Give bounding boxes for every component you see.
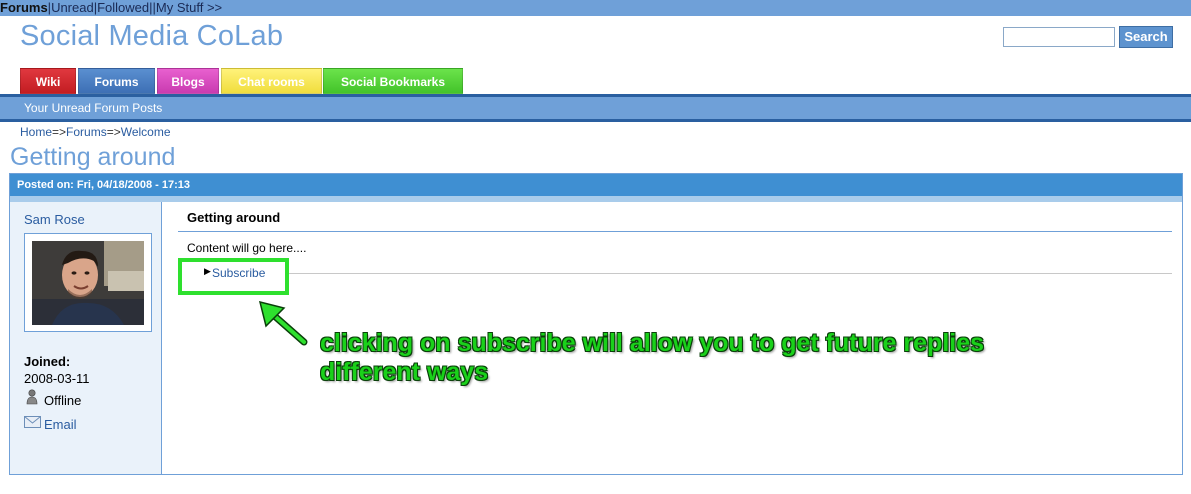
site-title-link[interactable]: Social Media CoLab: [20, 20, 283, 53]
tab-forums[interactable]: Forums: [78, 68, 155, 94]
avatar-frame: [24, 233, 152, 332]
email-link[interactable]: Email: [44, 417, 77, 432]
breadcrumb-home-link[interactable]: Home: [20, 125, 52, 139]
post-content: Content will go here....: [187, 241, 307, 255]
topbar-separator: ||: [149, 0, 156, 15]
breadcrumb-welcome-link[interactable]: Welcome: [121, 125, 171, 139]
annotation-callout: clicking on subscribe will allow you to …: [320, 329, 1080, 387]
tab-social-bookmarks[interactable]: Social Bookmarks: [323, 68, 463, 94]
topbar-forums-link[interactable]: Forums: [0, 0, 48, 15]
topbar-followed-link[interactable]: Followed: [97, 0, 149, 15]
post-title: Getting around: [187, 210, 281, 225]
search-button[interactable]: Search: [1119, 26, 1173, 48]
post-links-divider: [187, 273, 1172, 274]
author-panel: Sam Rose Joined: 2008-03-11 Offline Emai…: [10, 202, 162, 474]
subnav-unread-posts-link[interactable]: Your Unread Forum Posts: [24, 97, 162, 119]
annotation-arrow-icon: [258, 300, 310, 353]
breadcrumb-separator: =>: [106, 125, 121, 139]
post-date: Posted on: Fri, 04/18/2008 - 17:13: [17, 179, 191, 191]
joined-label: Joined:: [24, 354, 71, 369]
post-header-shade: [10, 196, 1182, 202]
tab-blogs[interactable]: Blogs: [157, 68, 219, 94]
avatar-photo: [32, 241, 144, 325]
page-title: Getting around: [10, 143, 176, 171]
tab-wiki[interactable]: Wiki: [20, 68, 76, 94]
user-offline-icon: [26, 389, 38, 410]
topbar-unread-link[interactable]: Unread: [51, 0, 94, 15]
search-input[interactable]: [1003, 27, 1115, 47]
breadcrumb-forums-link[interactable]: Forums: [66, 125, 107, 139]
annotation-line: different ways: [320, 358, 489, 386]
post-title-divider: [178, 231, 1172, 232]
post-header: Posted on: Fri, 04/18/2008 - 17:13: [10, 174, 1182, 196]
envelope-icon[interactable]: [24, 415, 41, 433]
forum-post: Posted on: Fri, 04/18/2008 - 17:13 Sam R…: [9, 173, 1183, 475]
annotation-line: clicking on subscribe will allow you to …: [320, 329, 985, 357]
triangle-right-icon: ▶: [204, 266, 211, 276]
user-status: Offline: [44, 393, 82, 408]
subnav-bar: Your Unread Forum Posts: [0, 97, 1191, 119]
tab-chat-rooms[interactable]: Chat rooms: [221, 68, 322, 94]
breadcrumb: Home=>Forums=>Welcome: [20, 125, 171, 139]
top-utility-bar: Forums|Unread|Followed||My Stuff >>: [0, 0, 1191, 16]
author-name-link[interactable]: Sam Rose: [24, 212, 85, 227]
subnav-border: [0, 119, 1191, 122]
joined-date: 2008-03-11: [24, 371, 90, 386]
topbar-my-stuff-link[interactable]: My Stuff >>: [156, 0, 222, 15]
avatar[interactable]: [32, 241, 144, 325]
subscribe-link[interactable]: Subscribe: [212, 266, 265, 280]
breadcrumb-separator: =>: [52, 125, 67, 139]
